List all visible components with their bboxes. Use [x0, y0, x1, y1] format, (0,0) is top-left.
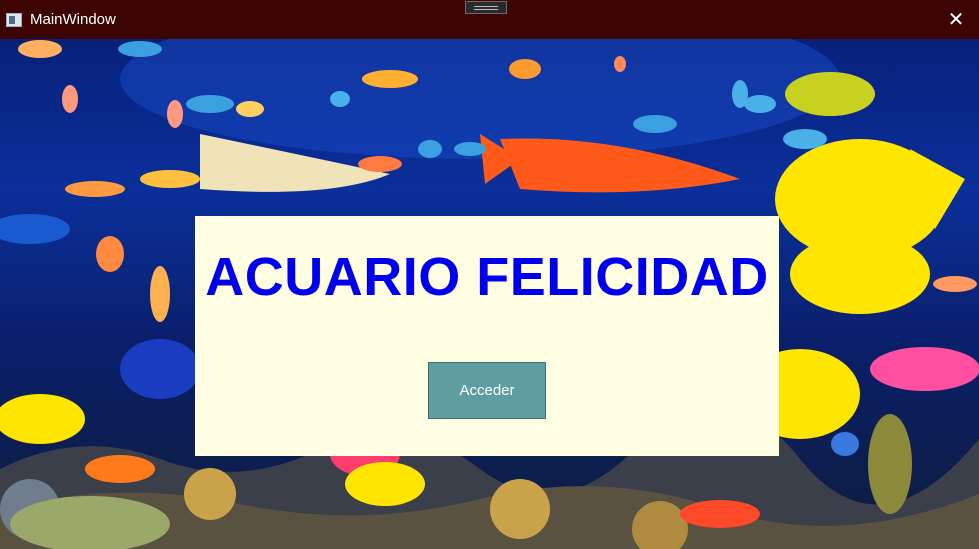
main-window: MainWindow ✕ ACUARIO FELICIDAD Acceder — [0, 0, 979, 549]
title-bar[interactable]: MainWindow ✕ — [0, 0, 979, 39]
drag-grip-icon[interactable] — [465, 1, 507, 14]
acceder-button[interactable]: Acceder — [428, 362, 546, 419]
app-window-icon — [6, 12, 22, 27]
welcome-panel: ACUARIO FELICIDAD Acceder — [195, 216, 779, 456]
aquarium-background: ACUARIO FELICIDAD Acceder — [0, 39, 979, 549]
close-icon[interactable]: ✕ — [933, 0, 979, 39]
app-heading: ACUARIO FELICIDAD — [205, 247, 769, 307]
window-title: MainWindow — [30, 11, 116, 28]
